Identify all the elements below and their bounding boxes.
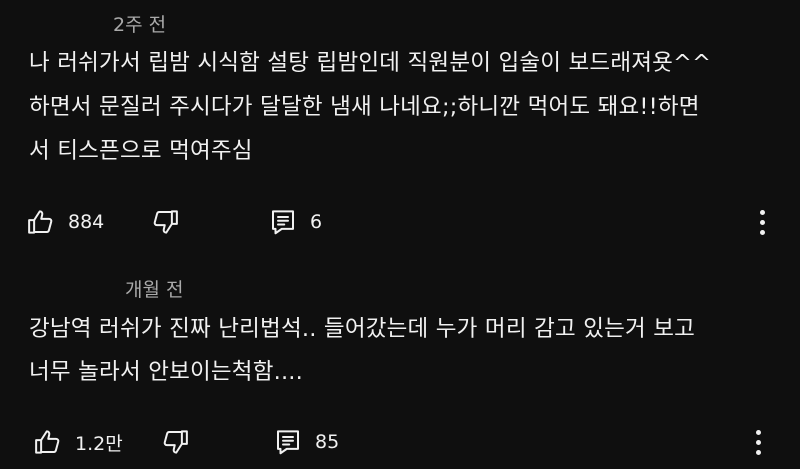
like-count: 884 bbox=[68, 211, 105, 233]
more-vertical-icon bbox=[759, 209, 765, 215]
reply-button[interactable]: 6 bbox=[268, 202, 322, 242]
like-button[interactable]: 1.2만 bbox=[33, 422, 123, 462]
comment-timestamp: 2주 전 bbox=[113, 14, 167, 36]
reply-comment-icon bbox=[268, 207, 298, 237]
dislike-button[interactable] bbox=[160, 422, 190, 462]
comments-list: 2주 전 나 러쉬가서 립밤 시식함 설탕 립밤인데 직원분이 입술이 보드래져… bbox=[0, 0, 800, 469]
comment-text: 강남역 러쉬가 진짜 난리법석.. 들어갔는데 누가 머리 감고 있는거 보고 … bbox=[29, 316, 696, 385]
reply-button[interactable]: 85 bbox=[273, 422, 339, 462]
dislike-button[interactable] bbox=[150, 202, 180, 242]
like-button[interactable]: 884 bbox=[26, 202, 104, 242]
comment-timestamp: 개월 전 bbox=[125, 279, 184, 301]
thumbs-down-icon bbox=[160, 427, 190, 457]
reply-comment-icon bbox=[273, 427, 303, 457]
reply-count: 85 bbox=[315, 431, 340, 453]
like-count: 1.2만 bbox=[75, 432, 123, 455]
thumbs-up-icon bbox=[33, 427, 63, 457]
comment-item: 개월 전 강남역 러쉬가 진짜 난리법석.. 들어갔는데 누가 머리 감고 있는… bbox=[0, 262, 800, 469]
more-options-button[interactable] bbox=[746, 426, 770, 458]
thumbs-up-icon bbox=[26, 207, 56, 237]
thumbs-down-icon bbox=[150, 207, 180, 237]
comment-item: 2주 전 나 러쉬가서 립밤 시식함 설탕 립밤인데 직원분이 입술이 보드래져… bbox=[0, 0, 800, 262]
reply-count: 6 bbox=[310, 211, 323, 233]
more-vertical-icon bbox=[755, 429, 761, 435]
comment-actions: 1.2만 85 bbox=[0, 422, 800, 462]
comment-actions: 884 6 bbox=[0, 202, 800, 242]
more-options-button[interactable] bbox=[750, 206, 774, 238]
comment-text: 나 러쉬가서 립밤 시식함 설탕 립밤인데 직원분이 입술이 보드래져욧^^ 하… bbox=[29, 50, 712, 164]
